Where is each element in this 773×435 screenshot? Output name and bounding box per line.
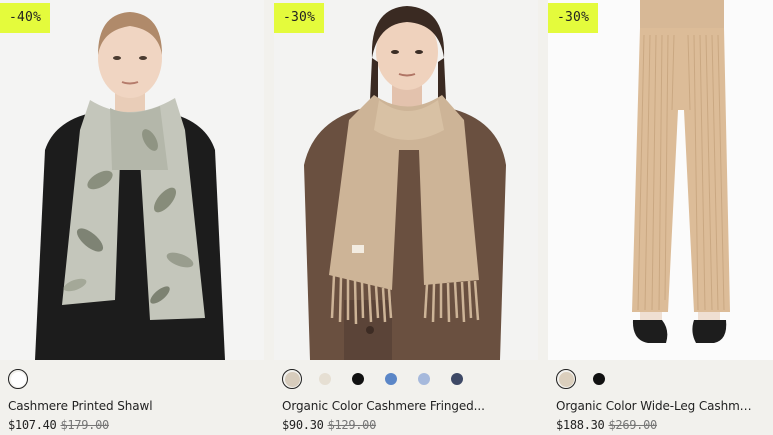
- color-swatch[interactable]: [381, 369, 401, 389]
- color-swatch[interactable]: [556, 369, 576, 389]
- product-image[interactable]: -30%: [274, 0, 538, 360]
- product-price: $90.30 $129.00: [282, 418, 376, 432]
- product-card[interactable]: -40% Cashmere Printed Shawl $107.40 $179.…: [0, 0, 264, 435]
- product-image-illustration: [304, 6, 506, 360]
- product-price: $188.30 $269.00: [556, 418, 657, 432]
- sale-price: $90.30: [282, 418, 324, 432]
- color-swatches: [8, 369, 41, 389]
- color-swatches: [556, 369, 622, 389]
- discount-badge: -30%: [548, 3, 599, 33]
- color-swatch[interactable]: [589, 369, 609, 389]
- original-price: $129.00: [327, 418, 377, 432]
- discount-badge: -40%: [0, 3, 51, 33]
- product-grid: -40% Cashmere Printed Shawl $107.40 $179.…: [0, 0, 773, 435]
- product-name[interactable]: Organic Color Cashmere Fringed...: [282, 399, 532, 413]
- discount-badge: -30%: [274, 3, 325, 33]
- product-card[interactable]: -30% Organic Color Wide-Leg Cashmer... $…: [548, 0, 773, 435]
- color-swatches: [282, 369, 480, 389]
- color-swatch[interactable]: [315, 369, 335, 389]
- color-swatch[interactable]: [447, 369, 467, 389]
- product-image-illustration: [35, 12, 225, 360]
- product-image-illustration: [632, 0, 730, 343]
- product-card[interactable]: -30% Organic Color Cashmere Fringed... $…: [274, 0, 538, 435]
- color-swatch[interactable]: [282, 369, 302, 389]
- sale-price: $188.30: [556, 418, 605, 432]
- color-swatch[interactable]: [414, 369, 434, 389]
- sale-price: $107.40: [8, 418, 57, 432]
- product-image[interactable]: -30%: [548, 0, 773, 360]
- product-price: $107.40 $179.00: [8, 418, 109, 432]
- product-image[interactable]: -40%: [0, 0, 264, 360]
- color-swatch[interactable]: [348, 369, 368, 389]
- product-name[interactable]: Cashmere Printed Shawl: [8, 399, 258, 413]
- original-price: $179.00: [60, 418, 109, 432]
- product-name[interactable]: Organic Color Wide-Leg Cashmer...: [556, 399, 756, 413]
- original-price: $269.00: [608, 418, 657, 432]
- color-swatch[interactable]: [8, 369, 28, 389]
